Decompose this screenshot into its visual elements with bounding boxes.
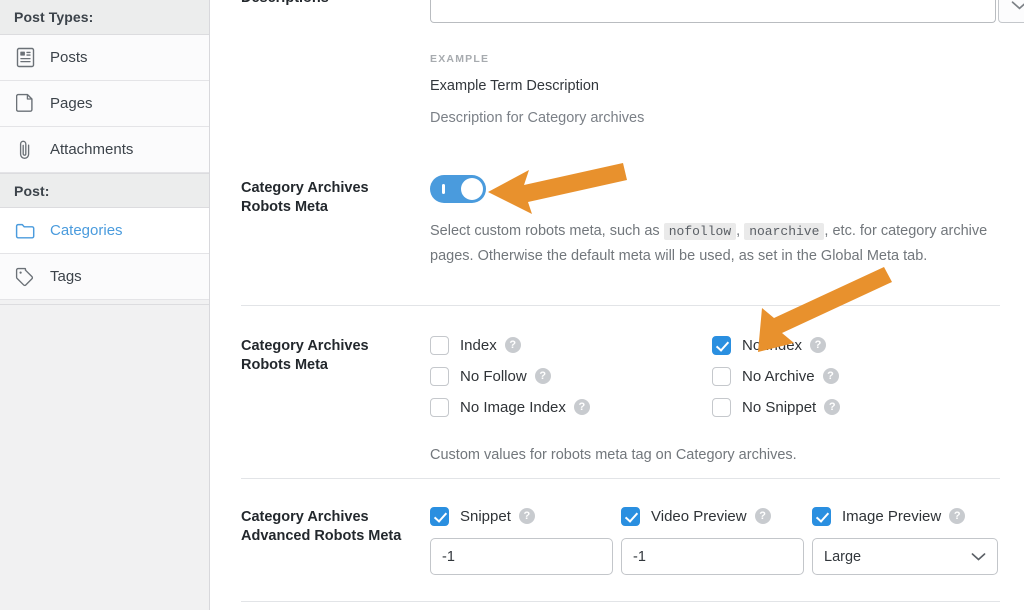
image-preview-select[interactable]: Large: [812, 538, 998, 575]
label-line-1: Category Archives: [241, 509, 369, 525]
description-textarea[interactable]: [430, 0, 996, 23]
advanced-field-image-preview: Image Preview ? Large: [812, 505, 1002, 575]
no-image-index-checkbox[interactable]: [430, 397, 449, 417]
code-nofollow: nofollow: [663, 223, 737, 240]
app-screen: Post Types: Posts Pages Attachments Post…: [0, 0, 1024, 610]
help-icon[interactable]: ?: [504, 337, 521, 353]
label-line-2: Advanced Robots Meta: [241, 528, 402, 544]
checkbox-label: Index: [460, 336, 497, 354]
label-line-1: Category Archives: [241, 338, 369, 354]
description-dropdown-button[interactable]: [998, 0, 1024, 23]
divider-1: [241, 305, 1000, 306]
divider-2: [241, 478, 1000, 479]
example-value: Example Term Description: [430, 78, 599, 94]
sidebar-item-categories[interactable]: Categories: [0, 208, 209, 254]
label-line-1: Category Archives: [241, 180, 369, 196]
sidebar: Post Types: Posts Pages Attachments Post…: [0, 0, 210, 610]
help-icon[interactable]: ?: [754, 508, 771, 524]
help-icon[interactable]: ?: [518, 508, 535, 524]
checkbox-column-right: No Index ? No Archive ? No Snippet ?: [712, 334, 841, 418]
no-index-checkbox[interactable]: [712, 335, 731, 355]
index-checkbox[interactable]: [430, 335, 449, 355]
no-follow-checkbox[interactable]: [430, 366, 449, 386]
help-icon[interactable]: ?: [534, 368, 551, 384]
sidebar-item-pages[interactable]: Pages: [0, 81, 209, 127]
folder-icon: [14, 220, 36, 242]
checkbox-label: No Index: [742, 336, 803, 354]
robots-meta-toggle[interactable]: [430, 175, 486, 203]
video-preview-checkbox[interactable]: [621, 506, 640, 526]
tag-icon: [14, 266, 36, 288]
toggle-knob: [461, 178, 483, 200]
sidebar-section-post: Post:: [0, 173, 209, 208]
help-mid: ,: [736, 223, 745, 239]
help-icon[interactable]: ?: [573, 399, 590, 415]
checkbox-column-left: Index ? No Follow ? No Image Index ?: [430, 334, 712, 418]
descriptions-label: Descriptions: [241, 0, 416, 8]
snippet-input[interactable]: [430, 538, 613, 575]
video-preview-check-row[interactable]: Video Preview ?: [621, 505, 808, 527]
example-caption: Description for Category archives: [430, 110, 645, 126]
chevron-down-icon: [1011, 1, 1024, 10]
checkbox-item-no-archive[interactable]: No Archive ?: [712, 365, 840, 387]
help-prefix: Select custom robots meta, such as: [430, 223, 664, 239]
checkbox-item-no-image-index[interactable]: No Image Index ?: [430, 396, 712, 418]
checkbox-label: No Image Index: [460, 398, 566, 416]
sidebar-item-label: Categories: [50, 222, 123, 239]
checkbox-item-index[interactable]: Index ?: [430, 334, 712, 356]
help-icon[interactable]: ?: [824, 399, 841, 415]
video-preview-input[interactable]: [621, 538, 804, 575]
help-icon[interactable]: ?: [822, 368, 839, 384]
checkbox-item-no-follow[interactable]: No Follow ?: [430, 365, 712, 387]
robots-meta-note: Custom values for robots meta tag on Cat…: [430, 447, 797, 463]
robots-meta-toggle-label: Category Archives Robots Meta: [241, 179, 416, 217]
descriptions-row: Descriptions: [211, 0, 1024, 39]
help-icon[interactable]: ?: [949, 508, 966, 524]
divider-3: [241, 601, 1000, 602]
posts-icon: [14, 47, 36, 69]
image-preview-checkbox[interactable]: [812, 506, 831, 526]
help-icon[interactable]: ?: [810, 337, 827, 353]
sidebar-item-label: Attachments: [50, 141, 134, 158]
sidebar-item-posts[interactable]: Posts: [0, 35, 209, 81]
example-label: EXAMPLE: [430, 53, 490, 65]
pages-icon: [14, 93, 36, 115]
sidebar-item-tags[interactable]: Tags: [0, 254, 209, 300]
no-snippet-checkbox[interactable]: [712, 397, 731, 417]
checkbox-label: No Snippet: [742, 398, 817, 416]
robots-meta-help-text: Select custom robots meta, such as nofol…: [430, 219, 995, 269]
checkbox-label: Snippet: [460, 507, 511, 525]
snippet-check-row[interactable]: Snippet ?: [430, 505, 617, 527]
checkbox-label: No Follow: [460, 367, 527, 385]
sidebar-item-label: Tags: [50, 268, 82, 285]
snippet-checkbox[interactable]: [430, 506, 449, 526]
attachments-icon: [14, 139, 36, 161]
checkbox-item-no-index[interactable]: No Index ?: [712, 334, 840, 356]
sidebar-section-post-types: Post Types:: [0, 0, 209, 35]
chevron-down-icon: [971, 552, 986, 561]
sidebar-empty-area: [0, 304, 209, 610]
checkbox-item-no-snippet[interactable]: No Snippet ?: [712, 396, 841, 418]
advanced-robots-meta-label: Category Archives Advanced Robots Meta: [241, 508, 416, 546]
image-preview-check-row[interactable]: Image Preview ?: [812, 505, 1002, 527]
sidebar-item-attachments[interactable]: Attachments: [0, 127, 209, 173]
label-line-2: Robots Meta: [241, 357, 328, 373]
checkbox-label: Image Preview: [842, 507, 942, 525]
image-preview-select-value: Large: [824, 548, 862, 565]
no-archive-checkbox[interactable]: [712, 366, 731, 386]
robots-meta-checks-label: Category Archives Robots Meta: [241, 337, 416, 375]
sidebar-item-label: Pages: [50, 95, 93, 112]
checkbox-label: Video Preview: [651, 507, 747, 525]
advanced-field-snippet: Snippet ?: [430, 505, 617, 575]
sidebar-item-label: Posts: [50, 49, 88, 66]
code-noarchive: noarchive: [744, 223, 825, 240]
toggle-on-bar: [442, 184, 445, 194]
main-content: Descriptions EXAMPLE Example Term Descri…: [211, 0, 1024, 610]
advanced-field-video-preview: Video Preview ?: [621, 505, 808, 575]
checkbox-label: No Archive: [742, 367, 815, 385]
label-line-2: Robots Meta: [241, 199, 328, 215]
